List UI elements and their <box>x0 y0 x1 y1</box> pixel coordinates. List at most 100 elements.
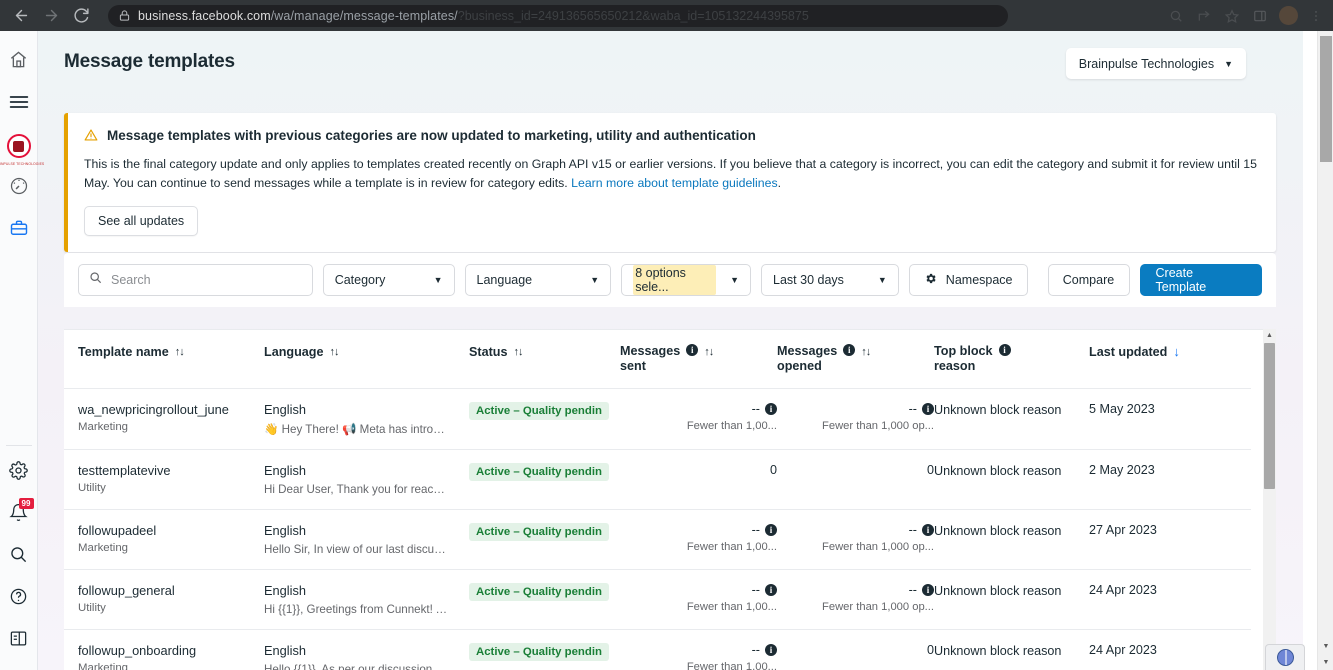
table-scrollbar-thumb[interactable] <box>1264 343 1275 489</box>
table-row[interactable]: followup_general Utility English Hi {{1}… <box>64 569 1251 630</box>
page-scrollbar[interactable]: ▲ ▼ ▼ <box>1317 31 1333 670</box>
sidebar-item-settings[interactable] <box>2 452 36 494</box>
template-preview: Hello {{1}}, As per our discussion, pl..… <box>264 663 449 670</box>
sort-descending-icon[interactable]: ↓ <box>1173 344 1180 360</box>
table-header-row: Template name ↑↓ Language ↑↓ Status ↑↓ M… <box>64 330 1251 389</box>
status-badge: Active – Quality pendin <box>469 583 609 601</box>
col-status[interactable]: Status ↑↓ <box>469 330 620 389</box>
templates-table-container: Template name ↑↓ Language ↑↓ Status ↑↓ M… <box>64 329 1276 670</box>
reload-icon[interactable] <box>66 1 96 31</box>
options-filter[interactable]: 8 options sele... ▼ <box>621 264 752 296</box>
sort-icon[interactable]: ↑↓ <box>175 344 185 360</box>
page-content: Message templates Brainpulse Technologie… <box>38 31 1303 670</box>
bookmark-star-icon[interactable] <box>1219 3 1245 29</box>
info-icon[interactable]: i <box>922 403 934 415</box>
template-name[interactable]: followup_onboarding <box>78 643 264 658</box>
sidebar-item-business-logo[interactable]: BRAINPULSE TECHNOLOGIES <box>0 125 44 167</box>
sidebar-item-notifications[interactable]: 99 <box>2 494 36 536</box>
info-icon[interactable]: i <box>686 344 699 356</box>
globe-status-tab[interactable] <box>1265 644 1305 670</box>
create-template-button[interactable]: Create Template <box>1139 264 1263 296</box>
search-input[interactable]: Search <box>78 264 313 296</box>
messages-opened-value: 0 <box>926 643 934 657</box>
browser-search-icon[interactable] <box>1163 3 1189 29</box>
sidebar-item-help[interactable] <box>2 578 36 620</box>
template-name[interactable]: testtemplatevive <box>78 463 264 478</box>
messages-sent-value: -- <box>751 402 760 416</box>
date-range-filter[interactable]: Last 30 days ▼ <box>761 264 899 296</box>
template-name[interactable]: followupadeel <box>78 523 264 538</box>
sidebar-item-panel[interactable] <box>2 620 36 662</box>
share-icon[interactable] <box>1191 3 1217 29</box>
info-icon[interactable]: i <box>843 344 856 356</box>
info-icon[interactable]: i <box>765 524 777 536</box>
info-icon[interactable]: i <box>922 584 934 596</box>
col-messages-sent[interactable]: Messages sent i ↑↓ <box>620 330 777 389</box>
sort-icon[interactable]: ↑↓ <box>329 344 339 360</box>
table-row[interactable]: followup_onboarding Marketing English He… <box>64 629 1251 670</box>
sidebar-item-search[interactable] <box>2 536 36 578</box>
table-row[interactable]: wa_newpricingrollout_june Marketing Engl… <box>64 388 1251 450</box>
template-language: English <box>264 463 306 478</box>
last-updated-value: 24 Apr 2023 <box>1089 629 1251 670</box>
namespace-button[interactable]: Namespace <box>908 264 1028 296</box>
template-name[interactable]: wa_newpricingrollout_june <box>78 402 264 417</box>
home-icon <box>9 50 28 74</box>
table-row[interactable]: testtemplatevive Utility English Hi Dear… <box>64 449 1251 510</box>
chevron-down-icon: ▼ <box>730 275 740 285</box>
col-template-name[interactable]: Template name ↑↓ <box>64 330 264 389</box>
template-category: Marketing <box>78 542 129 554</box>
info-icon[interactable]: i <box>998 344 1011 356</box>
col-top-block-reason[interactable]: Top block reason i <box>934 330 1089 389</box>
language-filter-label: Language <box>476 273 533 287</box>
last-updated-value: 27 Apr 2023 <box>1089 509 1251 570</box>
col-messages-sent-label2: sent <box>620 359 646 373</box>
sidebar-item-menu[interactable] <box>2 83 36 125</box>
col-messages-sent-label1: Messages <box>620 344 681 358</box>
template-name[interactable]: followup_general <box>78 583 264 598</box>
browser-menu-icon[interactable] <box>1303 3 1329 29</box>
template-preview: 👋 Hey There! 📢 Meta has introdu... <box>264 423 449 436</box>
forward-arrow-icon[interactable] <box>36 1 66 31</box>
business-logo-caption: BRAINPULSE TECHNOLOGIES <box>0 162 45 166</box>
info-icon[interactable]: i <box>922 524 934 536</box>
sort-icon[interactable]: ↑↓ <box>514 344 524 360</box>
col-language[interactable]: Language ↑↓ <box>264 330 469 389</box>
info-icon[interactable]: i <box>765 644 777 656</box>
table-scrollbar[interactable]: ▲ <box>1263 329 1276 670</box>
template-language: English <box>264 643 306 658</box>
status-badge: Active – Quality pendin <box>469 402 609 420</box>
scroll-up-arrow-icon[interactable]: ▲ <box>1263 329 1276 342</box>
col-messages-opened-label2: opened <box>777 359 822 373</box>
warning-triangle-icon <box>84 128 98 147</box>
table-row[interactable]: followupadeel Marketing English Hello Si… <box>64 509 1251 570</box>
page-scroll-end-icon[interactable]: ▼ <box>1318 654 1333 670</box>
speedometer-icon <box>9 176 29 201</box>
sidebar-item-performance[interactable] <box>2 167 36 209</box>
template-guidelines-link[interactable]: Learn more about template guidelines <box>571 176 777 190</box>
language-filter[interactable]: Language ▼ <box>464 264 612 296</box>
info-icon[interactable]: i <box>765 403 777 415</box>
sort-icon[interactable]: ↑↓ <box>861 344 871 360</box>
sidepanel-icon[interactable] <box>1247 3 1273 29</box>
see-all-updates-button[interactable]: See all updates <box>84 206 199 236</box>
address-bar[interactable]: business.facebook.com/wa/manage/message-… <box>108 4 1008 27</box>
col-messages-opened[interactable]: Messages opened i ↑↓ <box>777 330 934 389</box>
back-arrow-icon[interactable] <box>6 1 36 31</box>
col-last-updated[interactable]: Last updated ↓ <box>1089 330 1251 389</box>
sidebar-item-home[interactable] <box>2 41 36 83</box>
page-scroll-down-icon[interactable]: ▼ <box>1318 638 1333 654</box>
table-body: wa_newpricingrollout_june Marketing Engl… <box>64 388 1251 670</box>
info-icon[interactable]: i <box>765 584 777 596</box>
messages-opened-value: -- <box>908 523 917 537</box>
compare-button[interactable]: Compare <box>1047 264 1130 296</box>
business-selector[interactable]: Brainpulse Technologies ▼ <box>1065 48 1246 79</box>
page-scrollbar-thumb[interactable] <box>1320 36 1332 162</box>
rail-divider <box>5 445 32 446</box>
sidebar-item-business[interactable] <box>2 209 36 251</box>
category-filter[interactable]: Category ▼ <box>322 264 455 296</box>
sort-icon[interactable]: ↑↓ <box>704 344 714 360</box>
messages-opened-value: -- <box>908 583 917 597</box>
profile-avatar[interactable] <box>1275 3 1301 29</box>
top-block-reason: Unknown block reason <box>934 569 1089 630</box>
